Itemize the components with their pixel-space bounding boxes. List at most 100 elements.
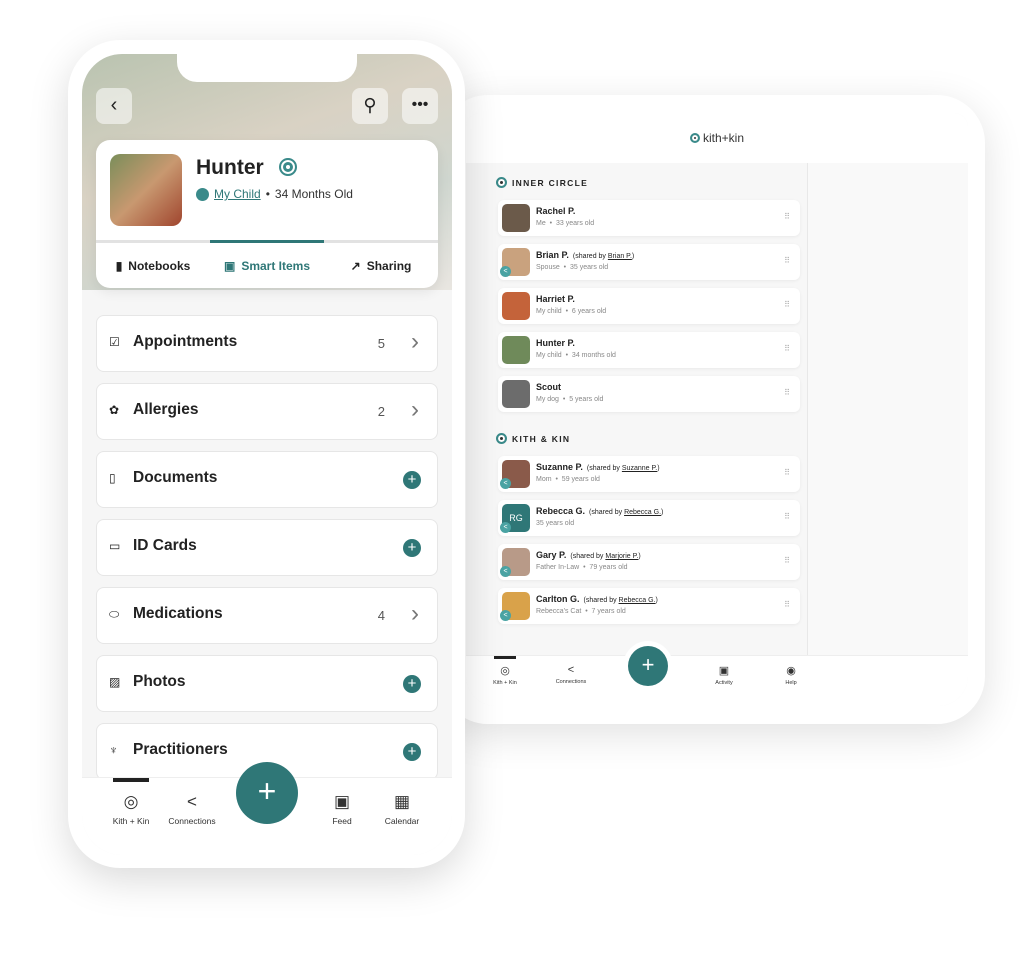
person-meta: Spouse • 35 years old: [536, 264, 609, 271]
shared-by-link[interactable]: Rebecca G.: [624, 509, 661, 516]
item-count: 5: [377, 336, 385, 351]
nav-connections[interactable]: < Connections: [162, 792, 222, 826]
person-row[interactable]: < Carlton G. (shared by Rebecca G.) Rebecca…: [498, 588, 800, 624]
person-meta: My child • 6 years old: [536, 308, 607, 315]
chevron-right-icon[interactable]: ›: [411, 328, 419, 356]
smart-items-icon: ▣: [223, 258, 236, 273]
drag-handle-icon[interactable]: ⠿: [784, 556, 790, 565]
relation-link[interactable]: My Child: [214, 187, 261, 201]
people-list: INNER CIRCLE Rachel P. Me • 33 years old ⠿…: [488, 163, 808, 655]
feed-icon: ▣: [333, 792, 351, 811]
shared-by: (shared by Brian P.): [572, 253, 635, 260]
nav-kith-kin[interactable]: ◎ Kith + Kin: [480, 664, 530, 686]
nav-activity[interactable]: ▣ Activity: [699, 664, 749, 686]
profile-meta: My Child • 34 Months Old: [196, 187, 353, 201]
nav-calendar[interactable]: ▦ Calendar: [372, 792, 432, 826]
person-icon: [196, 187, 209, 201]
person-row[interactable]: Scout My dog • 5 years old ⠿: [498, 376, 800, 412]
calendar-icon: ▦: [393, 792, 411, 811]
person-name: Hunter P.: [536, 338, 575, 348]
person-name: Gary P. (shared by Marjorie P.): [536, 550, 641, 560]
drag-handle-icon[interactable]: ⠿: [784, 300, 790, 309]
add-icon[interactable]: +: [403, 675, 421, 693]
add-icon[interactable]: +: [403, 743, 421, 761]
shared-icon: <: [500, 566, 511, 577]
nav-help[interactable]: ◉ Help: [766, 664, 816, 686]
inner-circle-icon: [279, 158, 297, 176]
photo-icon: ▨: [109, 675, 121, 689]
nav-connections[interactable]: < Connections: [546, 664, 596, 685]
shared-by-link[interactable]: Brian P.: [608, 253, 632, 260]
drag-handle-icon[interactable]: ⠿: [784, 212, 790, 221]
smart-item-medications[interactable]: ⬭ Medications 4 ›: [96, 587, 438, 644]
chevron-left-icon: ‹: [110, 94, 118, 116]
avatar: [502, 380, 530, 408]
add-button[interactable]: +: [628, 646, 668, 686]
drag-handle-icon[interactable]: ⠿: [784, 344, 790, 353]
person-name: Rachel P.: [536, 206, 576, 216]
shared-by-link[interactable]: Marjorie P.: [605, 553, 638, 560]
notebook-icon: ▮: [115, 258, 123, 273]
drag-handle-icon[interactable]: ⠿: [784, 468, 790, 477]
nav-feed[interactable]: ▣ Feed: [312, 792, 372, 826]
nav-kith-kin[interactable]: ◎ Kith + Kin: [101, 792, 161, 826]
tab-notebooks[interactable]: ▮ Notebooks: [96, 243, 210, 288]
chevron-right-icon[interactable]: ›: [411, 396, 419, 424]
tablet-device: kith+kin INNER CIRCLE Rachel P. Me • 33 y…: [440, 95, 985, 724]
stethoscope-icon: ♆: [109, 743, 118, 757]
smart-item-appointments[interactable]: ☑ Appointments 5 ›: [96, 315, 438, 372]
person-row[interactable]: < Gary P. (shared by Marjorie P.) Father In…: [498, 544, 800, 580]
shared-by-link[interactable]: Suzanne P.: [622, 465, 657, 472]
add-icon[interactable]: +: [403, 471, 421, 489]
more-button[interactable]: •••: [402, 88, 438, 124]
kith-kin-icon: ◎: [500, 665, 510, 677]
avatar: [502, 292, 530, 320]
phone-notch: [177, 54, 357, 82]
kith-kin-icon: ◎: [123, 792, 139, 811]
shared-icon: <: [500, 610, 511, 621]
profile-name: Hunter: [196, 156, 264, 179]
phone-device: ‹ ⚲ ••• Hunter My Child • 34 Months Old …: [68, 40, 465, 868]
drag-handle-icon[interactable]: ⠿: [784, 512, 790, 521]
search-button[interactable]: ⚲: [352, 88, 388, 124]
search-icon: ⚲: [363, 95, 377, 115]
shared-by: (shared by Rebecca G.): [583, 597, 658, 604]
chevron-right-icon[interactable]: ›: [411, 600, 419, 628]
active-indicator: [113, 778, 149, 782]
shared-by: (shared by Suzanne P.): [586, 465, 660, 472]
section-kith-kin: KITH & KIN: [496, 433, 570, 444]
person-row[interactable]: Rachel P. Me • 33 years old ⠿: [498, 200, 800, 236]
person-row[interactable]: < Brian P. (shared by Brian P.) Spouse • 35…: [498, 244, 800, 280]
shared-icon: <: [500, 522, 511, 533]
drag-handle-icon[interactable]: ⠿: [784, 388, 790, 397]
shared-by-link[interactable]: Rebecca G.: [619, 597, 656, 604]
drag-handle-icon[interactable]: ⠿: [784, 256, 790, 265]
person-row[interactable]: < Suzanne P. (shared by Suzanne P.) Mom • 5…: [498, 456, 800, 492]
add-icon[interactable]: +: [403, 539, 421, 557]
share-out-icon: ↗: [350, 258, 361, 273]
person-meta: My child • 34 months old: [536, 352, 616, 359]
person-meta: Rebecca's Cat • 7 years old: [536, 608, 626, 615]
document-icon: ▯: [109, 471, 116, 485]
smart-item-allergies[interactable]: ✿ Allergies 2 ›: [96, 383, 438, 440]
person-name: Brian P. (shared by Brian P.): [536, 250, 635, 260]
back-button[interactable]: ‹: [96, 88, 132, 124]
drag-handle-icon[interactable]: ⠿: [784, 600, 790, 609]
tab-sharing[interactable]: ↗ Sharing: [324, 243, 438, 288]
person-name: Rebecca G. (shared by Rebecca G.): [536, 506, 664, 516]
tab-smart-items[interactable]: ▣ Smart Items: [210, 240, 324, 288]
person-row[interactable]: RG < Rebecca G. (shared by Rebecca G.) 35 ye…: [498, 500, 800, 536]
add-button[interactable]: +: [236, 762, 298, 824]
tablet-screen: kith+kin INNER CIRCLE Rachel P. Me • 33 y…: [466, 113, 968, 706]
phone-bottom-nav: ◎ Kith + Kin < Connections + ▣ Feed ▦ Calend…: [82, 762, 452, 855]
person-meta: My dog • 5 years old: [536, 396, 604, 403]
allergy-icon: ✿: [109, 403, 120, 417]
phone-screen: ‹ ⚲ ••• Hunter My Child • 34 Months Old …: [82, 54, 452, 855]
item-count: 2: [377, 404, 385, 419]
person-row[interactable]: Hunter P. My child • 34 months old ⠿: [498, 332, 800, 368]
person-row[interactable]: Harriet P. My child • 6 years old ⠿: [498, 288, 800, 324]
smart-item-photos[interactable]: ▨ Photos +: [96, 655, 438, 712]
smart-item-documents[interactable]: ▯ Documents +: [96, 451, 438, 508]
smart-item-id-cards[interactable]: ▭ ID Cards +: [96, 519, 438, 576]
shared-by: (shared by Rebecca G.): [589, 509, 664, 516]
